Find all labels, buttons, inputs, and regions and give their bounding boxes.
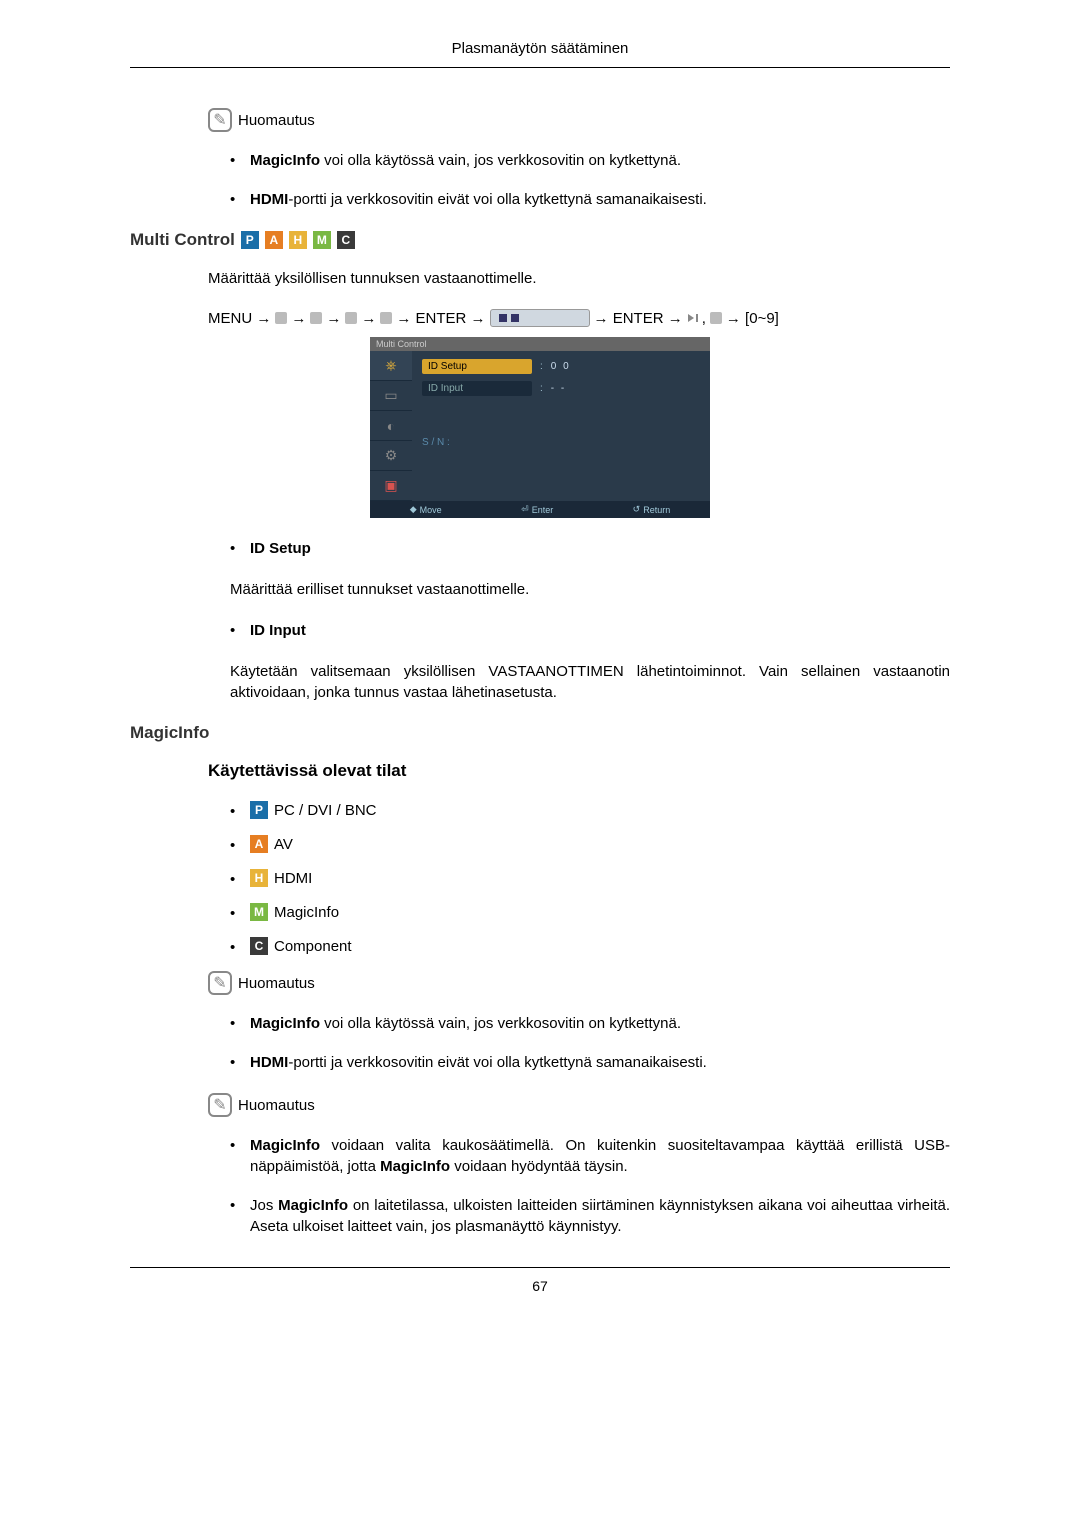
badge-a-icon: A [250,835,268,853]
multi-control-intro: Määrittää yksilöllisen tunnuksen vastaan… [208,268,950,289]
badge-h-icon: H [289,231,307,249]
note-3: ✎ Huomautus [208,1093,950,1117]
note-3-list: MagicInfo voidaan valita kaukosäätimellä… [230,1135,950,1237]
osd-footer-enter: ⏎ Enter [521,504,553,515]
note-label: Huomautus [238,1097,315,1114]
note-1-list: MagicInfo voi olla käytössä vain, jos ve… [230,150,950,210]
badge-m-icon: M [250,903,268,921]
note-2-item-2: HDMI-portti ja verkkosovitin eivät voi o… [230,1052,950,1073]
note-3-item-2: Jos MagicInfo on laitetilassa, ulkoisten… [230,1195,950,1237]
nav-button-icon [380,312,392,324]
multi-control-heading: Multi Control P A H M C [130,230,950,250]
osd-side-icon-5: ▣ [370,471,412,501]
nav-button-icon [275,312,287,324]
osd-footer-move: ◆ Move [410,504,442,515]
badge-m-icon: M [313,231,331,249]
note-2-list: MagicInfo voi olla käytössä vain, jos ve… [230,1013,950,1073]
badge-a-icon: A [265,231,283,249]
badge-c-icon: C [337,231,355,249]
note-icon: ✎ [208,108,232,132]
mode-av-label: AV [274,836,293,853]
badge-p-icon: P [250,801,268,819]
nav-button-icon [710,312,722,324]
osd-sn: S / N : [422,437,700,448]
badge-c-icon: C [250,937,268,955]
osd-side-icon-2: ▭ [370,381,412,411]
nav-button-icon [345,312,357,324]
note-label: Huomautus [238,975,315,992]
osd-side-icon-3: ◐ [370,411,412,441]
osd-side-icon-4: ⚙ [370,441,412,471]
mode-hdmi-label: HDMI [274,870,312,887]
mode-magicinfo: M MagicInfo [230,903,950,921]
note-1-item-1: MagicInfo voi olla käytössä vain, jos ve… [230,150,950,171]
remote-bar-icon [490,309,590,327]
nav-button-icon [310,312,322,324]
note-icon: ✎ [208,971,232,995]
osd-footer: ◆ Move ⏎ Enter ↺ Return [370,501,710,518]
mode-hdmi: H HDMI [230,869,950,887]
play-pause-icon [687,314,698,322]
id-options-list-2: ID Input [230,620,950,641]
mode-comp-label: Component [274,938,352,955]
mode-pc: P PC / DVI / BNC [230,801,950,819]
id-input-item: ID Input [230,620,950,641]
badge-h-icon: H [250,869,268,887]
osd-side-icon-1: ⎈ [370,351,412,381]
mode-mi-label: MagicInfo [274,904,339,921]
magicinfo-heading: MagicInfo [130,723,950,743]
osd-row-id-input: ID Input : - - [422,379,700,397]
note-3-item-1: MagicInfo voidaan valita kaukosäätimellä… [230,1135,950,1177]
mode-component: C Component [230,937,950,955]
id-options-list: ID Setup [230,538,950,559]
note-label: Huomautus [238,112,315,129]
id-input-desc: Käytetään valitsemaan yksilöllisen VASTA… [230,661,950,703]
note-1: ✎ Huomautus [208,108,950,132]
mode-pc-label: PC / DVI / BNC [274,802,377,819]
modes-list: P PC / DVI / BNC A AV H HDMI M MagicInfo… [230,801,950,955]
note-1-item-2: HDMI-portti ja verkkosovitin eivät voi o… [230,189,950,210]
osd-title: Multi Control [370,337,710,351]
id-setup-desc: Määrittää erilliset tunnukset vastaanott… [230,579,950,600]
osd-screenshot: Multi Control ⎈ ▭ ◐ ⚙ ▣ ID Setup : 0 0 I… [370,337,710,518]
osd-sidebar: ⎈ ▭ ◐ ⚙ ▣ [370,351,412,501]
osd-footer-return: ↺ Return [633,504,671,515]
page-header: Plasmanäytön säätäminen [130,40,950,68]
note-2-item-1: MagicInfo voi olla käytössä vain, jos ve… [230,1013,950,1034]
menu-path: MENU → → → → → ENTER → → ENTER → , → [0~… [208,309,950,327]
mode-av: A AV [230,835,950,853]
page-number: 67 [130,1267,950,1294]
note-icon: ✎ [208,1093,232,1117]
id-setup-item: ID Setup [230,538,950,559]
note-2: ✎ Huomautus [208,971,950,995]
osd-row-id-setup: ID Setup : 0 0 [422,357,700,375]
badge-p-icon: P [241,231,259,249]
available-modes-heading: Käytettävissä olevat tilat [208,761,950,781]
